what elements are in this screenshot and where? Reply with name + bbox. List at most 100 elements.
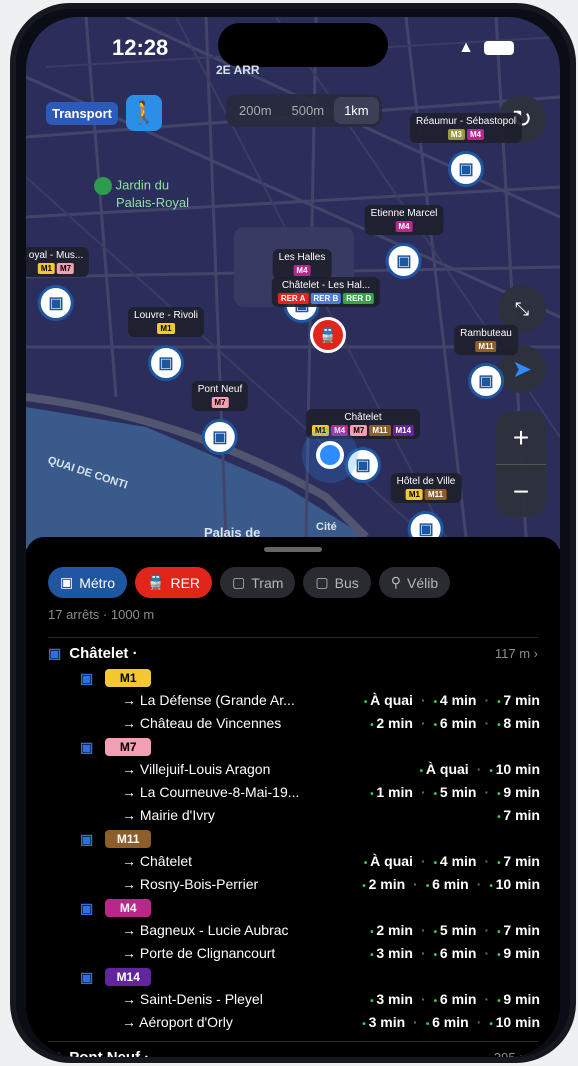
departure-times: 3 min · 6 min · 9 min — [370, 991, 540, 1007]
bottom-sheet[interactable]: ▣ Métro 🚆 RER ▢ Tram ▢ Bus ⚲ Vélib 17 arrêts … — [26, 537, 560, 1057]
sheet-handle[interactable] — [264, 547, 322, 552]
line-badge: M4 — [105, 899, 152, 917]
filter-tram[interactable]: ▢ Tram — [220, 567, 296, 598]
stop-distance: 295 m › — [494, 1050, 538, 1057]
filter-bus[interactable]: ▢ Bus — [303, 567, 371, 598]
station-name: Châtelet - Les Hal... — [281, 280, 371, 291]
line-header: ▣ M1 — [80, 669, 152, 687]
separator: · — [420, 715, 426, 731]
departure-time: 8 min — [497, 715, 540, 731]
distance-500m[interactable]: 500m — [282, 97, 335, 124]
station-marker[interactable]: Etienne Marcel M4 ▣ — [364, 205, 444, 279]
distance-200m[interactable]: 200m — [229, 97, 282, 124]
results-summary: 17 arrêts · 1000 m — [48, 607, 155, 622]
divider — [48, 1041, 538, 1042]
map-label-arr: 2E ARR — [216, 63, 260, 77]
departure-time: 6 min — [434, 715, 477, 731]
direction-name: → Aéroport d'Orly — [122, 1014, 233, 1030]
departure-times: 3 min · 6 min · 10 min — [362, 1014, 540, 1030]
station-lines: M7 — [211, 397, 229, 408]
departure-time: 10 min — [489, 876, 540, 892]
metro-icon: ▣ — [147, 345, 184, 381]
metro-icon: ▣ — [80, 899, 94, 916]
distance-1km[interactable]: 1km — [334, 97, 379, 124]
departure-time: 2 min — [362, 876, 406, 892]
station-lines: M1 M7 — [37, 263, 75, 274]
zoom-in-button[interactable]: + — [496, 411, 546, 464]
filter-tram-label: Tram — [251, 574, 284, 591]
direction-row[interactable]: → Villejuif-Louis Aragon À quai · 10 min — [122, 761, 540, 777]
stop-name-text: Châtelet · — [69, 645, 138, 662]
direction-name: → Saint-Denis - Pleyel — [122, 991, 263, 1007]
direction-row[interactable]: → Châtelet À quai · 4 min · 7 min — [122, 853, 540, 869]
line-badge: M14 — [105, 968, 152, 986]
status-icons: ▲ — [458, 39, 514, 57]
station-card: Pont Neuf M7 — [191, 381, 249, 411]
filter-velib[interactable]: ⚲ Vélib — [378, 567, 451, 598]
distance-selector[interactable]: 200m 500m 1km — [226, 94, 382, 127]
line-header: ▣ M14 — [80, 968, 152, 986]
direction-name: → La Courneuve-8-Mai-19... — [122, 784, 300, 800]
direction-name: → Porte de Clignancourt — [122, 945, 276, 961]
separator: · — [484, 922, 490, 938]
phone-frame: 12:28 ▲ 2E ARR Jardin du Palais-Royal QU… — [10, 3, 576, 1063]
station-marker[interactable]: Réaumur - Sébastopol M3 M4 ▣ — [409, 113, 523, 187]
departure-time: 9 min — [497, 945, 540, 961]
stop-header[interactable]: ▣ Châtelet · 117 m › — [48, 645, 538, 662]
station-marker[interactable]: Châtelet - Les Hal... RER A RER B RER D — [271, 277, 381, 307]
direction-row[interactable]: → Bagneux - Lucie Aubrac 2 min · 5 min · 7 mi… — [122, 922, 540, 938]
station-lines: M4 — [395, 221, 413, 232]
departure-time: 10 min — [489, 761, 540, 777]
filter-velib-label: Vélib — [407, 574, 439, 591]
line-chip: M1 — [157, 323, 175, 334]
line-header: ▣ M7 — [80, 738, 152, 756]
station-marker[interactable]: Louvre - Rivoli M1 ▣ — [128, 307, 204, 381]
line-chip: M14 — [392, 425, 415, 436]
line-chip: M11 — [425, 489, 447, 500]
direction-row[interactable]: → Saint-Denis - Pleyel 3 min · 6 min · 9 min — [122, 991, 540, 1007]
bus-icon: ▢ — [315, 574, 329, 590]
walk-icon[interactable]: 🚶 — [125, 95, 162, 131]
station-lines: M1 M4 M7 M11 M14 — [311, 425, 415, 436]
direction-name: → Villejuif-Louis Aragon — [122, 761, 271, 777]
direction-row[interactable]: → La Courneuve-8-Mai-19... 1 min · 5 min · 9 … — [122, 784, 540, 800]
metro-icon: ▣ — [80, 669, 94, 686]
line-chip: M7 — [211, 397, 229, 408]
line-chip: M11 — [369, 425, 391, 436]
departure-time: À quai — [364, 853, 413, 869]
zoom-out-button[interactable]: − — [496, 465, 546, 518]
map-view[interactable]: 12:28 ▲ 2E ARR Jardin du Palais-Royal QU… — [26, 17, 560, 549]
departure-time: 2 min — [370, 922, 413, 938]
station-name: Réaumur - Sébastopol — [415, 116, 517, 127]
direction-row[interactable]: → Mairie d'Ivry 7 min — [122, 807, 540, 823]
station-marker[interactable]: Hôtel de Ville M1 M11 ▣ — [390, 473, 462, 547]
battery-icon — [484, 41, 514, 55]
direction-row[interactable]: → Rosny-Bois-Perrier 2 min · 6 min · 10 min — [122, 876, 540, 892]
filter-rer[interactable]: 🚆 RER — [135, 567, 213, 598]
filter-metro[interactable]: ▣ Métro — [48, 567, 128, 598]
station-marker[interactable]: Rambuteau M11 ▣ — [454, 325, 518, 399]
station-marker[interactable]: Pont Neuf M7 ▣ — [191, 381, 249, 455]
direction-row[interactable]: → Château de Vincennes 2 min · 6 min · 8 min — [122, 715, 540, 731]
status-time: 12:28 — [112, 35, 169, 60]
separator: · — [484, 784, 490, 800]
separator: · — [484, 991, 490, 1007]
line-chip: M4 — [395, 221, 413, 232]
direction-row[interactable]: → Aéroport d'Orly 3 min · 6 min · 10 min — [122, 1014, 540, 1030]
station-name: Les Halles — [278, 252, 326, 263]
station-marker[interactable]: oyal - Mus... M1 M7 ▣ — [26, 247, 90, 321]
metro-icon: ▣ — [38, 285, 74, 321]
direction-row[interactable]: → La Défense (Grande Ar... À quai · 4 min · 7… — [122, 692, 540, 708]
station-card: oyal - Mus... M1 M7 — [26, 247, 90, 277]
departure-times: 2 min · 6 min · 10 min — [362, 876, 540, 892]
stop-header[interactable]: ▣ Pont Neuf · 295 m › — [48, 1049, 538, 1057]
station-name: Hôtel de Ville — [396, 476, 456, 487]
departure-time: À quai — [364, 692, 413, 708]
station-lines: RER A RER B RER D — [277, 293, 375, 304]
line-chip: M1 — [405, 489, 423, 500]
direction-row[interactable]: → Porte de Clignancourt 3 min · 6 min · 9 min — [122, 945, 540, 961]
metro-icon: ▣ — [60, 574, 74, 590]
rer-station-pin[interactable]: 🚆 — [310, 317, 346, 353]
park-label: Jardin du Palais-Royal — [94, 177, 189, 210]
separator: · — [420, 945, 426, 961]
